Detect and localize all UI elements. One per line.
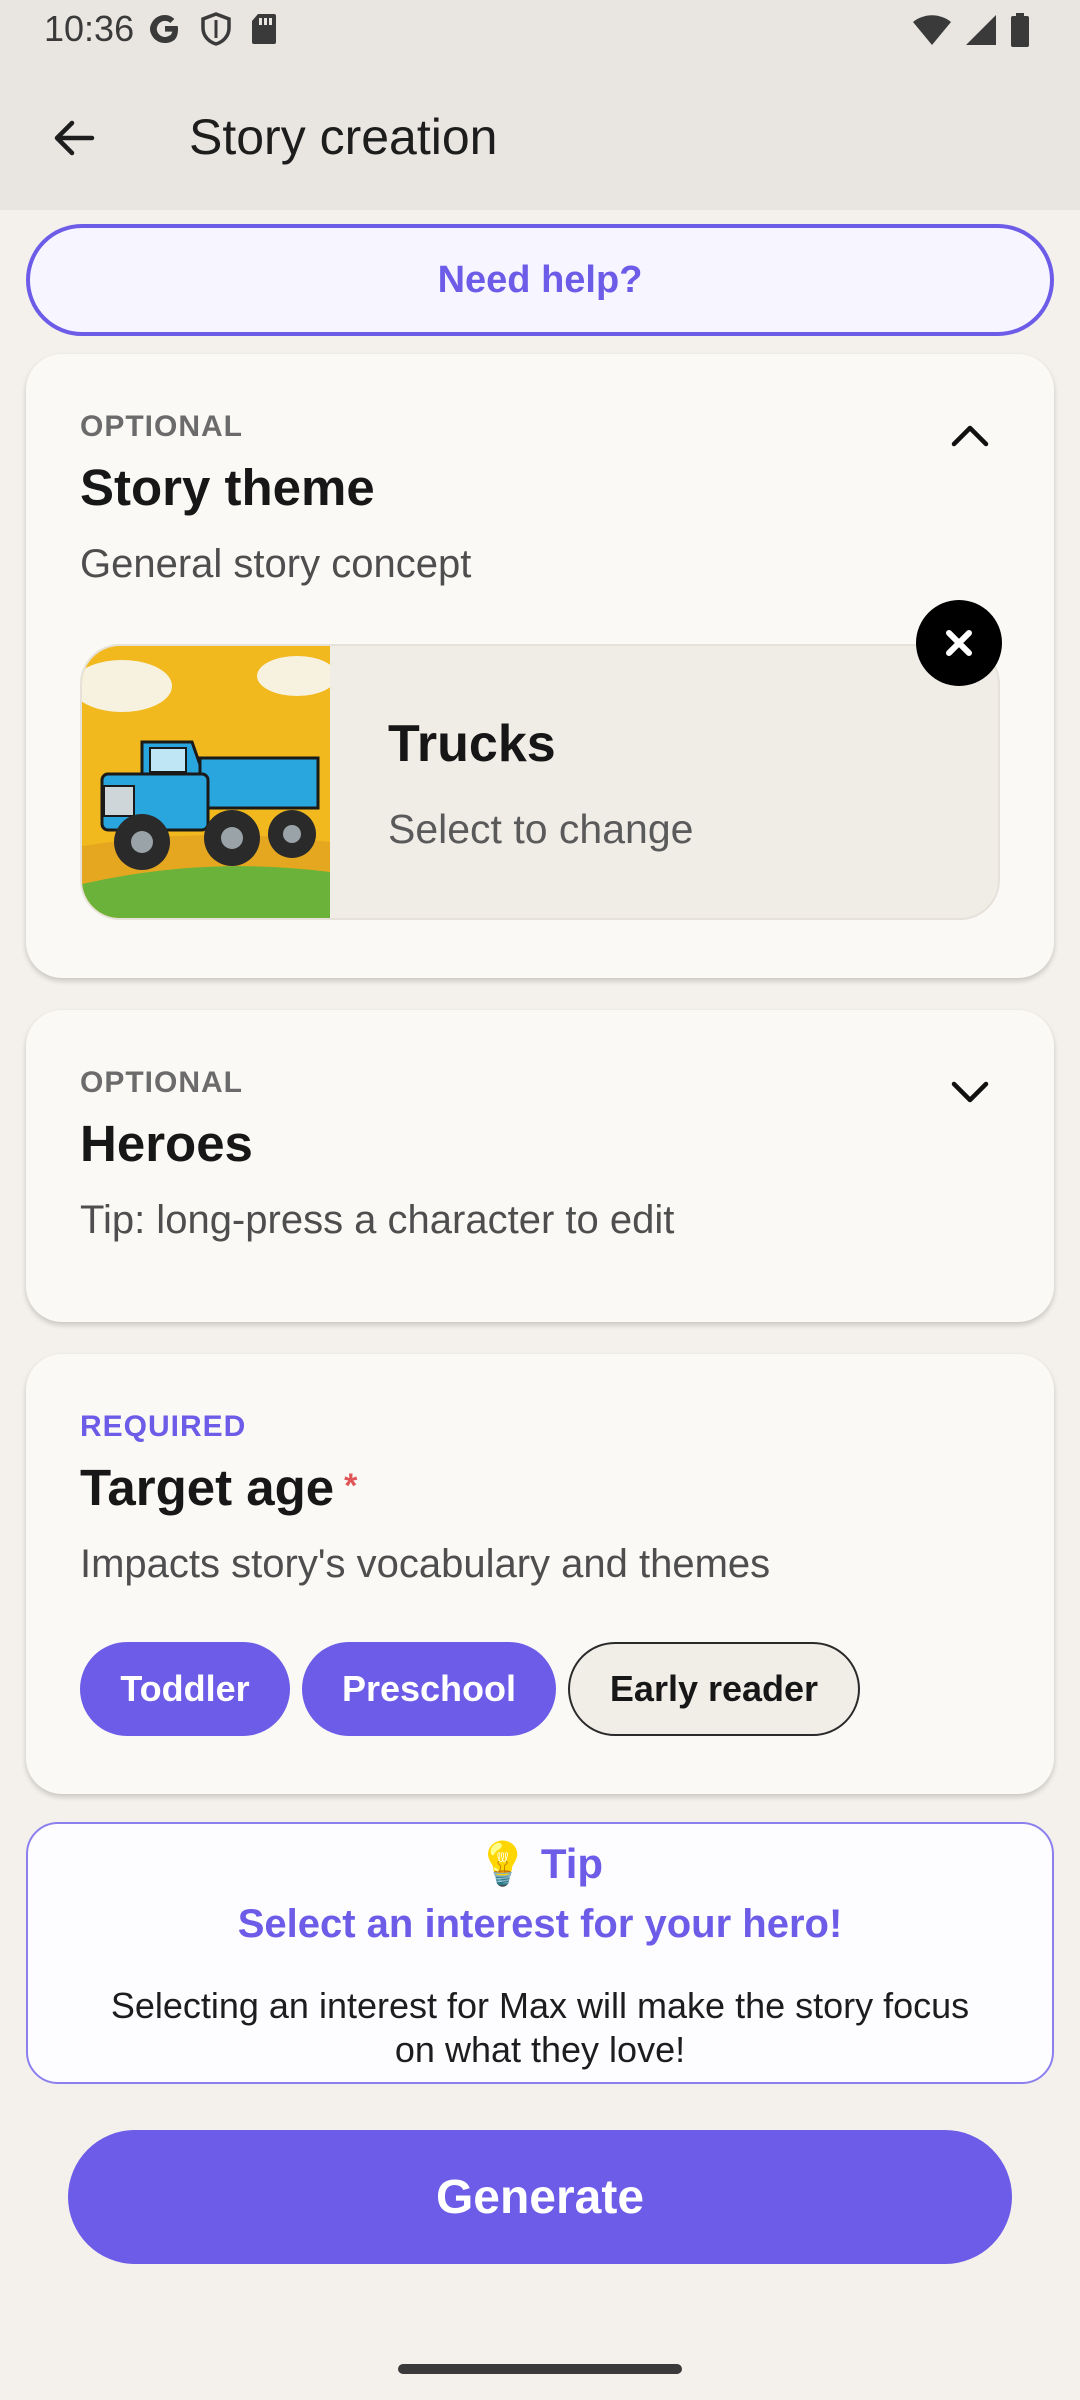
remove-theme-button[interactable] (916, 600, 1002, 686)
tip-heading: 💡 Tip (28, 1840, 1052, 1889)
lightbulb-icon: 💡 (476, 1840, 530, 1887)
tip-text: Selecting an interest for Max will make … (110, 1985, 970, 2070)
arrow-left-icon (54, 120, 95, 156)
age-chip-early-reader[interactable]: Early reader (568, 1642, 860, 1736)
story-theme-card: OPTIONAL Story theme General story conce… (26, 354, 1054, 978)
theme-change-hint: Select to change (388, 806, 694, 852)
tip-heading-text: Tip (540, 1840, 604, 1887)
heroes-card[interactable]: OPTIONAL Heroes Tip: long-press a charac… (26, 1010, 1054, 1322)
age-chip-preschool[interactable]: Preschool (302, 1642, 556, 1736)
required-asterisk: * (344, 1467, 358, 1505)
heroes-optional-label: OPTIONAL (80, 1066, 243, 1099)
age-required-label: REQUIRED (80, 1410, 247, 1443)
status-time: 10:36 (44, 8, 135, 49)
app-bar: Story creation (0, 64, 1080, 210)
age-subtitle: Impacts story's vocabulary and themes (80, 1542, 771, 1586)
heroes-title: Heroes (80, 1115, 253, 1172)
battery-icon (1011, 13, 1029, 47)
chevron-up-icon (951, 425, 989, 447)
sd-card-icon (252, 14, 276, 44)
status-bar: 10:36 (0, 0, 1080, 64)
heroes-expand-button[interactable] (940, 1062, 1000, 1122)
theme-collapse-button[interactable] (940, 406, 1000, 466)
signal-icon (966, 15, 996, 45)
wifi-icon (913, 15, 951, 45)
age-chip-toddler[interactable]: Toddler (80, 1642, 290, 1736)
selected-theme-tile[interactable]: Trucks Select to change (80, 644, 1000, 920)
target-age-card: REQUIRED Target age * Impacts story's voc… (26, 1354, 1054, 1794)
google-icon (150, 15, 178, 43)
theme-title: Story theme (80, 459, 375, 516)
age-title-text: Target age (80, 1459, 335, 1516)
theme-optional-label: OPTIONAL (80, 410, 243, 443)
tip-box: 💡 Tip Select an interest for your hero! … (26, 1822, 1054, 2084)
age-title: Target age * (80, 1458, 357, 1517)
generate-button[interactable]: Generate (68, 2130, 1012, 2264)
home-indicator[interactable] (398, 2364, 682, 2374)
need-help-button[interactable]: Need help? (26, 224, 1054, 336)
theme-name: Trucks (388, 715, 556, 773)
back-button[interactable] (40, 104, 108, 172)
page-title: Story creation (189, 109, 498, 165)
close-icon (946, 630, 972, 656)
truck-theme-image (82, 646, 330, 918)
theme-subtitle: General story concept (80, 542, 472, 586)
chevron-down-icon (951, 1081, 989, 1103)
shield-icon (201, 12, 231, 46)
heroes-subtitle: Tip: long-press a character to edit (80, 1198, 675, 1242)
tip-title: Select an interest for your hero! (237, 1902, 843, 1946)
